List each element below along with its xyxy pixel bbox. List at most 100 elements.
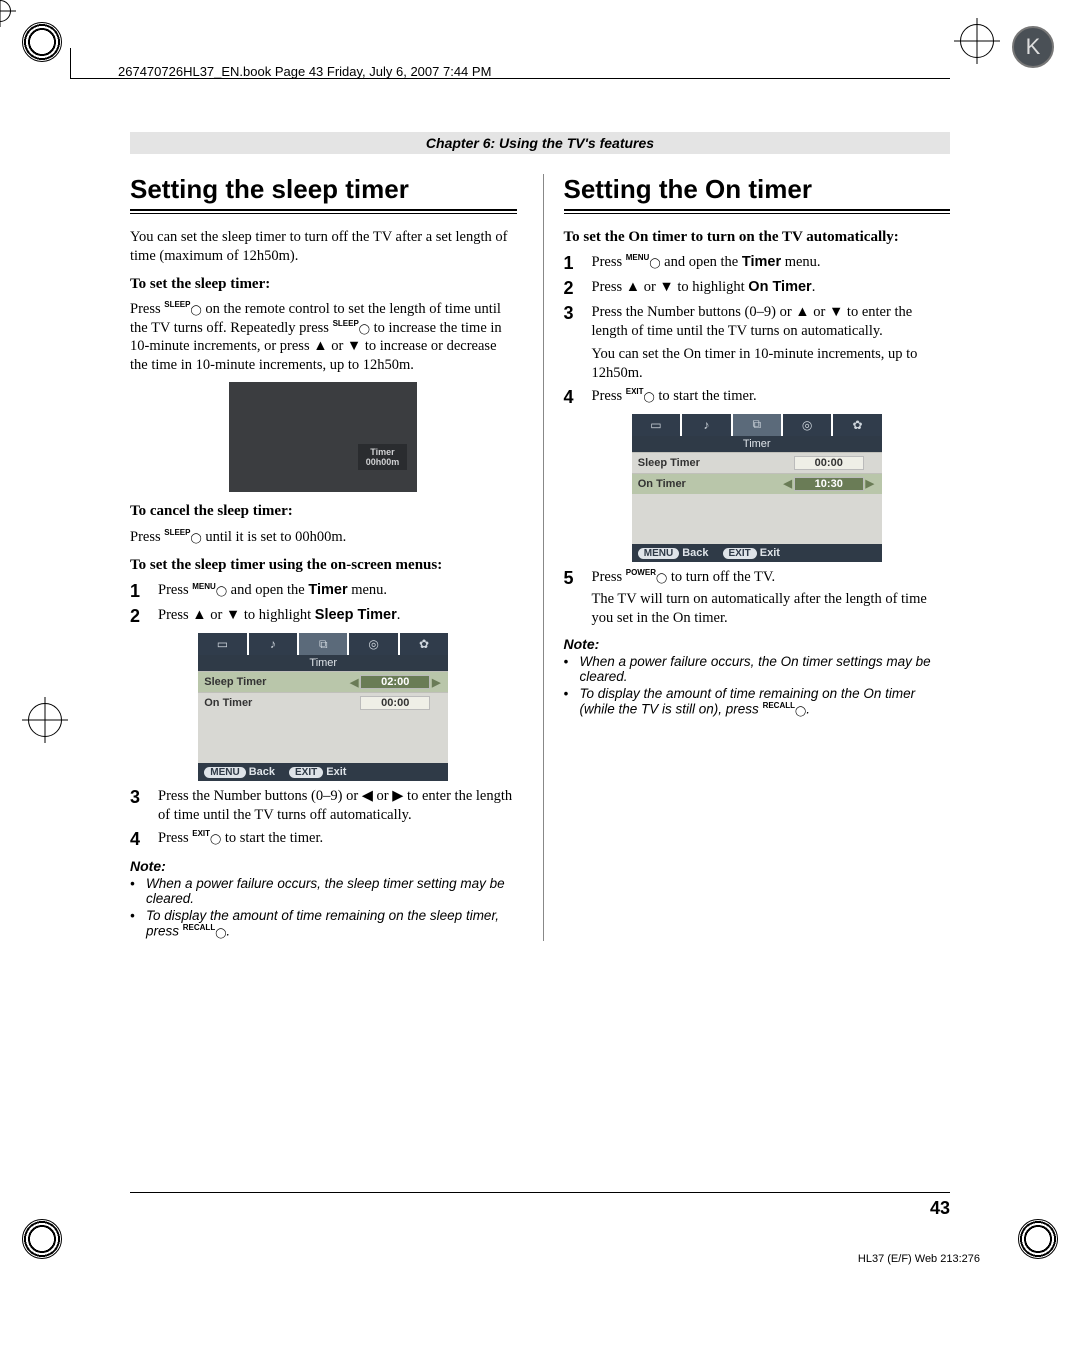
note-item: •When a power failure occurs, the On tim… (564, 654, 951, 684)
remote-button-label: RECALL (763, 701, 795, 710)
center-mark-icon (0, 0, 11, 22)
osd-footer-pill: EXIT (723, 548, 757, 559)
osd-footer-label: Back (682, 547, 708, 559)
note-heading: Note: (564, 636, 951, 652)
step-number: 1 (130, 581, 148, 602)
remote-button-label: MENU (626, 253, 650, 263)
step-row: 2 Press ▲ or ▼ to highlight Sleep Timer. (130, 606, 517, 627)
remote-button-icon: ◯ (190, 305, 201, 318)
step-text: Press ▲ or ▼ to highlight Sleep Timer. (158, 606, 517, 627)
osd-row-label: On Timer (204, 697, 348, 709)
osd-tab-icon: ✿ (400, 633, 448, 655)
remote-button-icon: ◯ (649, 257, 660, 270)
osd-tab-icon: ▭ (632, 414, 680, 436)
step-number: 1 (564, 253, 582, 274)
osd-tab-icon: ⧉ (733, 414, 781, 436)
registration-mark-icon (22, 1219, 62, 1259)
osd-tab-icon: ▭ (198, 633, 246, 655)
remote-button-label: EXIT (192, 829, 210, 839)
heading-rule (130, 213, 517, 214)
ink-badge: K (1012, 26, 1054, 68)
osd-footer-label: Exit (326, 766, 346, 778)
step-row: 5 Press POWER◯ to turn off the TV. The T… (564, 568, 951, 629)
osd-right-arrow-icon: ▶ (864, 477, 876, 490)
remote-button-label: EXIT (626, 387, 644, 397)
note-heading: Note: (130, 858, 517, 874)
subheading: To set the sleep timer using the on-scre… (130, 556, 517, 575)
registration-mark-icon (1018, 1219, 1058, 1259)
step-number: 2 (564, 278, 582, 299)
framemaker-meta: 267470726HL37_EN.book Page 43 Friday, Ju… (118, 64, 491, 79)
remote-button-icon: ◯ (644, 391, 655, 404)
osd-tab-icon: ◎ (349, 633, 397, 655)
osd-row-value: 00:00 (794, 456, 864, 470)
osd-row-label: On Timer (638, 478, 782, 490)
crop-mark-icon (22, 697, 68, 743)
remote-button-icon: ◯ (190, 533, 201, 546)
remote-button-label: SLEEP (164, 528, 190, 538)
step-number: 5 (564, 568, 582, 629)
osd-timer-overlay: Timer 00h00m (229, 382, 417, 492)
note-item: •When a power failure occurs, the sleep … (130, 876, 517, 906)
step-number: 4 (130, 829, 148, 850)
step-number: 2 (130, 606, 148, 627)
crop-mark-icon (954, 18, 1000, 64)
osd-tab-icon: ⧉ (299, 633, 347, 655)
step-text: Press MENU◯ and open the Timer menu. (592, 253, 951, 274)
remote-button-label: SLEEP (164, 300, 190, 310)
timer-overlay-title: Timer (366, 447, 400, 457)
osd-menu-screenshot: ▭ ♪ ⧉ ◎ ✿ Timer Sleep Timer 00:00 On Tim… (632, 414, 882, 562)
step-row: 4 Press EXIT◯ to start the timer. (130, 829, 517, 850)
osd-footer-label: Exit (760, 547, 780, 559)
step-text: Press MENU◯ and open the Timer menu. (158, 581, 517, 602)
remote-button-icon: ◯ (359, 324, 370, 337)
remote-button-label: POWER (626, 568, 656, 578)
remote-button-label: RECALL (183, 923, 215, 932)
step-text: Press ▲ or ▼ to highlight On Timer. (592, 278, 951, 299)
osd-menu-title: Timer (632, 436, 882, 452)
osd-tab-icon: ✿ (833, 414, 881, 436)
remote-button-icon: ◯ (215, 928, 226, 939)
step-row: 1 Press MENU◯ and open the Timer menu. (130, 581, 517, 602)
footer-rule (130, 1192, 950, 1193)
intro-text: You can set the sleep timer to turn off … (130, 228, 517, 265)
osd-left-arrow-icon: ◀ (782, 477, 794, 490)
osd-tab-icon: ♪ (682, 414, 730, 436)
osd-footer-pill: MENU (638, 548, 679, 559)
osd-row-label: Sleep Timer (204, 676, 348, 688)
remote-button-label: SLEEP (333, 319, 359, 329)
osd-footer-pill: MENU (204, 767, 245, 778)
subheading: To set the On timer to turn on the TV au… (564, 228, 951, 247)
subheading: To set the sleep timer: (130, 275, 517, 294)
remote-button-icon: ◯ (656, 572, 667, 585)
remote-button-icon: ◯ (216, 585, 227, 598)
step-text: Press POWER◯ to turn off the TV. The TV … (592, 568, 951, 629)
chapter-heading: Chapter 6: Using the TV's features (130, 132, 950, 154)
footer-code: HL37 (E/F) Web 213:276 (858, 1253, 980, 1265)
osd-tab-icon: ♪ (249, 633, 297, 655)
step-text: Press EXIT◯ to start the timer. (592, 387, 951, 408)
osd-footer-label: Back (249, 766, 275, 778)
step-row: 1 Press MENU◯ and open the Timer menu. (564, 253, 951, 274)
step-number: 4 (564, 387, 582, 408)
osd-row-value: 10:30 (794, 477, 864, 491)
step-row: 3 Press the Number buttons (0–9) or ◀ or… (130, 787, 517, 825)
osd-tab-icon: ◎ (783, 414, 831, 436)
body-text: Press SLEEP◯ until it is set to 00h00m. (130, 528, 517, 547)
osd-row-value: 02:00 (360, 675, 430, 689)
osd-row-value: 00:00 (360, 696, 430, 710)
remote-button-icon: ◯ (210, 833, 221, 846)
step-text: Press the Number buttons (0–9) or ▲ or ▼… (592, 303, 951, 382)
osd-menu-screenshot: ▭ ♪ ⧉ ◎ ✿ Timer Sleep Timer ◀ 02:00 ▶ On… (198, 633, 448, 781)
step-row: 2 Press ▲ or ▼ to highlight On Timer. (564, 278, 951, 299)
osd-right-arrow-icon: ▶ (430, 676, 442, 689)
subheading: To cancel the sleep timer: (130, 502, 517, 521)
note-item: • To display the amount of time remainin… (564, 686, 951, 717)
note-item: • To display the amount of time remainin… (130, 908, 517, 939)
remote-button-icon: ◯ (795, 706, 806, 717)
page-number: 43 (930, 1198, 950, 1219)
frame-rule (70, 48, 71, 78)
osd-left-arrow-icon: ◀ (348, 676, 360, 689)
timer-overlay-value: 00h00m (366, 457, 400, 467)
step-row: 3 Press the Number buttons (0–9) or ▲ or… (564, 303, 951, 382)
